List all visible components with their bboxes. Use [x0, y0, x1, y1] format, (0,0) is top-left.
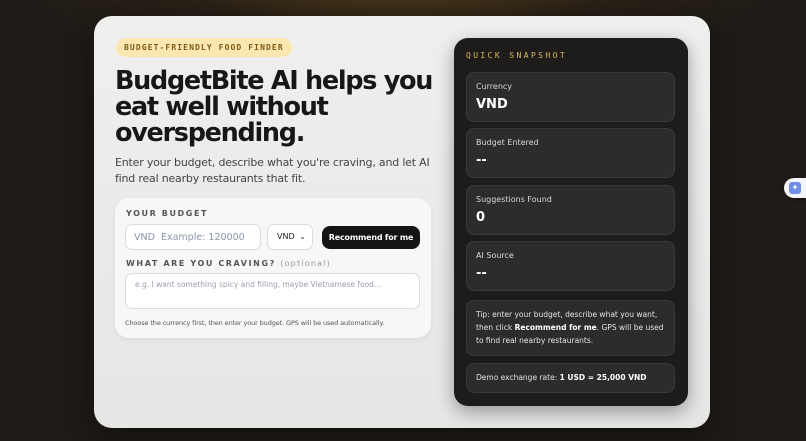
subtitle: Enter your budget, describe what you're … — [115, 156, 430, 185]
extension-button[interactable]: ✦ — [784, 178, 806, 198]
stat-label: Suggestions Found — [476, 195, 552, 204]
stat-value: 0 — [476, 210, 486, 225]
stat-label: AI Source — [476, 251, 514, 260]
craving-label: WHAT ARE YOU CRAVING? (optional) — [126, 259, 331, 268]
craving-optional: (optional) — [280, 259, 331, 268]
stat-currency: Currency VND — [466, 72, 675, 122]
form-hint: Choose the currency first, then enter yo… — [125, 319, 385, 327]
currency-value: VND — [277, 232, 295, 241]
stat-value: -- — [476, 153, 487, 168]
budget-label: YOUR BUDGET — [126, 209, 209, 218]
stat-value: VND — [476, 97, 508, 112]
badge: BUDGET-FRIENDLY FOOD FINDER — [116, 38, 292, 57]
craving-input[interactable] — [125, 273, 420, 309]
tip-box: Tip: enter your budget, describe what yo… — [466, 300, 675, 356]
craving-label-text: WHAT ARE YOU CRAVING? — [126, 259, 276, 268]
stat-suggestions-found: Suggestions Found 0 — [466, 185, 675, 235]
currency-select[interactable]: VND ⌄ — [267, 224, 313, 250]
stat-label: Currency — [476, 82, 513, 91]
stat-budget-entered: Budget Entered -- — [466, 128, 675, 178]
stat-label: Budget Entered — [476, 138, 539, 147]
extension-icon: ✦ — [789, 182, 801, 194]
tip-bold: Recommend for me — [514, 323, 597, 332]
chevron-down-icon: ⌄ — [299, 232, 306, 241]
recommend-button[interactable]: Recommend for me — [322, 226, 420, 249]
budget-input[interactable] — [125, 224, 261, 250]
stat-ai-source: AI Source -- — [466, 241, 675, 291]
panel-title: QUICK SNAPSHOT — [466, 51, 568, 60]
rate-label: Demo exchange rate: — [476, 373, 560, 382]
exchange-rate-box: Demo exchange rate: 1 USD = 25,000 VND — [466, 363, 675, 393]
quick-snapshot-panel: QUICK SNAPSHOT Currency VND Budget Enter… — [454, 38, 688, 406]
budget-form: YOUR BUDGET VND ⌄ Recommend for me WHAT … — [115, 198, 431, 338]
page-title: BudgetBite AI helps you eat well without… — [115, 66, 433, 148]
rate-value: 1 USD = 25,000 VND — [559, 373, 647, 382]
stat-value: -- — [476, 266, 487, 281]
